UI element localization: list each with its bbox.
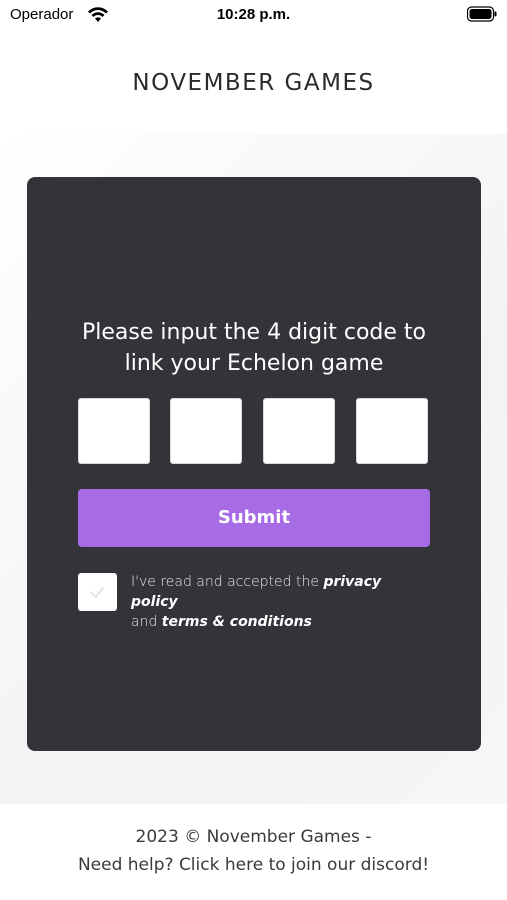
battery-icon [466, 6, 497, 22]
footer-copyright: 2023 © November Games - [135, 827, 372, 847]
footer: 2023 © November Games - Need help? Click… [0, 804, 507, 900]
consent-text: I've read and accepted the privacy polic… [131, 572, 431, 632]
header: NOVEMBER GAMES [0, 32, 507, 134]
code-digit-1-input[interactable] [78, 398, 150, 464]
link-game-card: Please input the 4 digit code to link yo… [27, 177, 481, 751]
checkmark-icon [87, 582, 107, 602]
card-heading: Please input the 4 digit code to link yo… [27, 317, 481, 379]
status-bar: Operador 10:28 p.m. [0, 0, 507, 32]
code-digit-2-input[interactable] [170, 398, 242, 464]
terms-conditions-link[interactable]: terms & conditions [162, 614, 312, 630]
card-heading-line-2: link your Echelon game [124, 351, 384, 376]
brand-title: NOVEMBER GAMES [132, 70, 375, 96]
code-digit-4-input[interactable] [356, 398, 428, 464]
consent-checkbox[interactable] [78, 573, 117, 611]
submit-button[interactable]: Submit [78, 489, 430, 547]
consent-prefix: I've read and accepted the [131, 574, 319, 590]
status-time: 10:28 p.m. [216, 6, 291, 23]
card-heading-line-1: Please input the 4 digit code to [82, 320, 426, 345]
code-digit-3-input[interactable] [263, 398, 335, 464]
discord-help-link[interactable]: Need help? Click here to join our discor… [0, 855, 507, 875]
consent-and: and [131, 614, 158, 630]
